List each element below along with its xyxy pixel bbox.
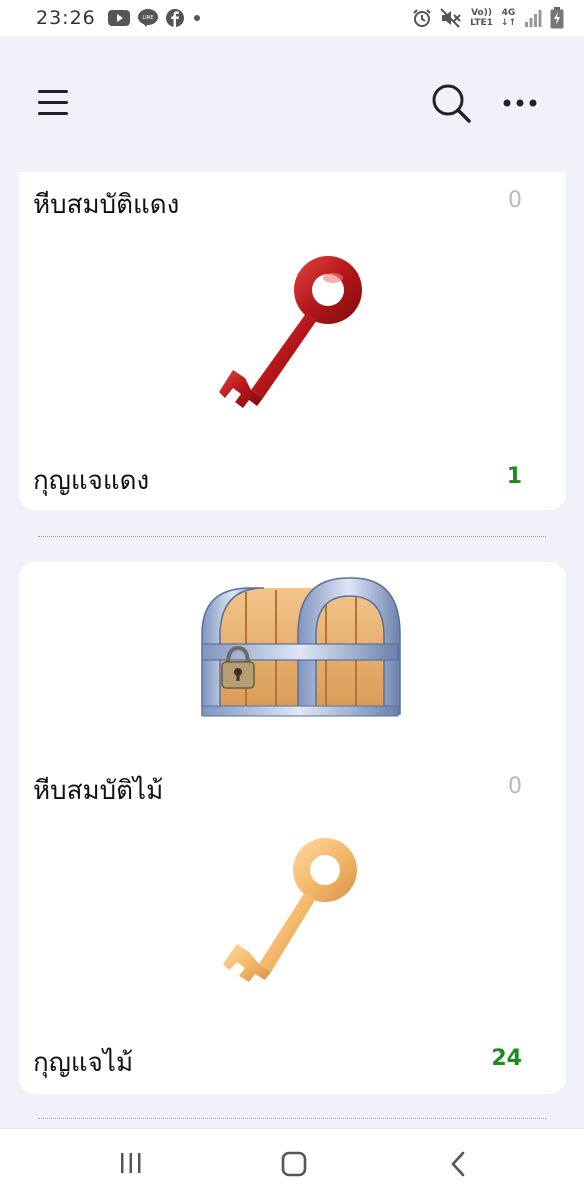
network-top: Vo)): [471, 8, 492, 18]
data-arrows-icon: ↓↑: [500, 18, 516, 28]
more-horizontal-icon: [503, 99, 537, 107]
hamburger-menu-icon: [38, 90, 68, 115]
system-nav-bar: [0, 1128, 584, 1200]
network-type: 4G ↓↑: [501, 8, 516, 28]
recent-apps-button[interactable]: [118, 1151, 144, 1179]
signal-icon: [525, 10, 542, 27]
menu-button[interactable]: [36, 88, 72, 118]
wooden-items-card: หีบสมบัติไม้ 0 กุญแจไม้ 24: [19, 562, 566, 1094]
back-button[interactable]: [448, 1151, 470, 1181]
red-chest-label: หีบสมบัติแดง: [33, 190, 180, 220]
search-icon: [432, 84, 471, 123]
more-options-button[interactable]: [500, 88, 540, 118]
recent-apps-icon: [121, 1153, 141, 1173]
red-key-count: 1: [506, 464, 522, 489]
status-app-icons: LINE: [107, 9, 202, 27]
red-items-card: หีบสมบัติแดง 0 กุญแจแดง 1: [19, 172, 566, 510]
status-right-icons: Vo)) LTE1 4G ↓↑: [412, 7, 564, 29]
battery-charging-icon: [550, 7, 564, 29]
network-bottom: LTE1: [470, 18, 493, 28]
section-divider: [38, 536, 546, 537]
home-icon: [281, 1151, 307, 1177]
mute-icon: [440, 8, 461, 28]
status-bar: 23:26 LINE Vo)) LTE1 4G ↓↑: [0, 0, 584, 36]
line-icon: LINE: [137, 9, 158, 27]
home-button[interactable]: [280, 1151, 308, 1181]
app-bar: [0, 36, 584, 172]
red-key-label: กุญแจแดง: [33, 466, 150, 496]
wooden-chest-label: หีบสมบัติไม้: [33, 776, 164, 806]
red-chest-count: 0: [508, 188, 522, 213]
alarm-icon: [413, 9, 431, 27]
back-icon: [451, 1151, 465, 1177]
search-button[interactable]: [430, 82, 472, 124]
section-divider-bottom: [38, 1118, 546, 1119]
facebook-icon: [165, 9, 184, 27]
wooden-key-label: กุญแจไม้: [33, 1048, 134, 1078]
dot-icon: [193, 15, 200, 21]
status-time: 23:26: [36, 7, 96, 29]
wooden-key-icon[interactable]: [215, 832, 375, 982]
wooden-treasure-chest-icon[interactable]: [180, 574, 404, 724]
wooden-chest-count: 0: [508, 774, 522, 799]
youtube-icon: [107, 10, 130, 26]
network-label: Vo)) LTE1: [470, 8, 493, 28]
wooden-key-count: 24: [491, 1046, 522, 1071]
network-type-label: 4G: [501, 8, 516, 18]
red-key-icon[interactable]: [215, 248, 375, 418]
svg-text:LINE: LINE: [142, 15, 153, 21]
